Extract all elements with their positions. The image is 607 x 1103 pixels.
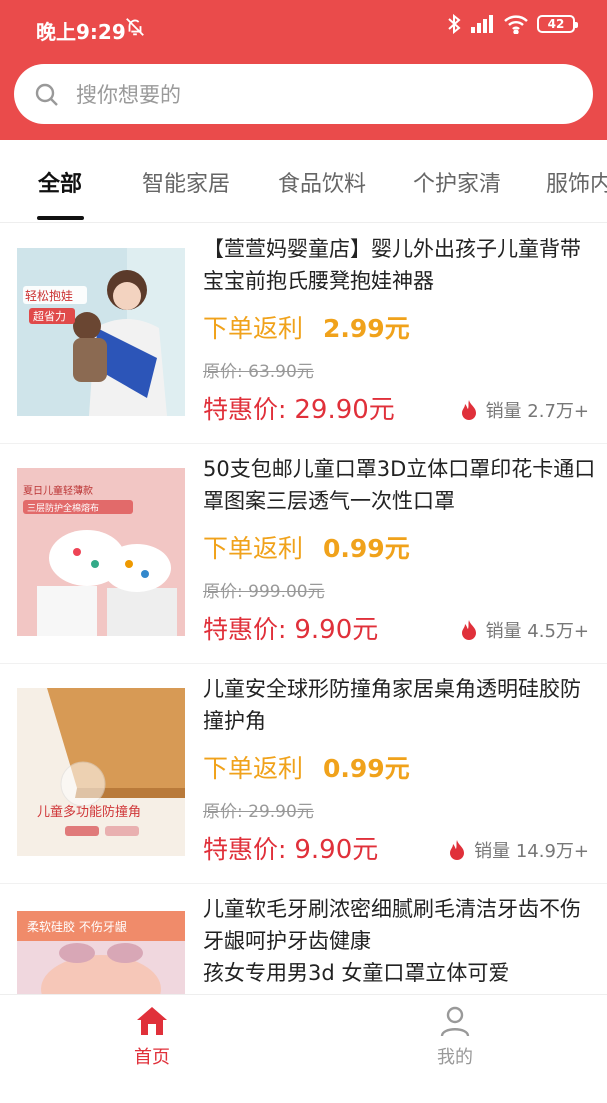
wifi-icon [504,15,528,34]
deal-price-value: 9.90元 [294,615,379,645]
rebate-amount: 2.99元 [323,314,410,343]
deal-label: 特惠价: [203,615,295,644]
deal-label: 特惠价: [203,835,295,864]
sales-text: 销量 4.5万+ [485,621,589,642]
sales-count: 销量 4.5万+ [460,617,589,643]
category-tabs: 全部 智能家居 食品饮料 个护家清 服饰内衣 [0,140,607,223]
bell-off-icon [126,18,144,36]
tab-active-indicator [37,216,84,220]
product-title-line: 孩女专用男3d 女童口罩立体可爱 [203,961,510,985]
deal-price-value: 9.90元 [294,835,379,865]
product-image: 夏日儿童轻薄款 三层防护全棉熔布 [17,468,185,636]
product-title[interactable]: 儿童软毛牙刷浓密细腻刷毛清洁牙齿不伤牙龈呵护牙齿健康 孩女专用男3d 女童口罩立… [203,893,598,989]
deal-label: 特惠价: [203,395,295,424]
tab-food-drink[interactable]: 食品饮料 [278,166,366,198]
battery-level: 42 [547,17,565,31]
search-input[interactable] [74,74,558,116]
fire-icon [450,840,465,860]
status-bar: 晚上9:29 42 [0,0,607,58]
fire-icon [461,620,476,640]
image-badge: 超省力 [33,309,66,323]
product-item[interactable]: 夏日儿童轻薄款 三层防护全棉熔布 50支包邮儿童口罩3D立体口罩印花卡通口罩图案… [0,443,607,664]
bottom-nav: 首页 我的 [0,994,607,1081]
tab-all[interactable]: 全部 [38,166,82,198]
fire-icon [461,400,476,420]
user-icon [440,1006,470,1037]
image-caption: 柔软硅胶 不伤牙龈 [27,919,127,934]
image-badge: 三层防护全棉熔布 [27,502,99,514]
product-title[interactable]: 50支包邮儿童口罩3D立体口罩印花卡通口罩图案三层透气一次性口罩 [203,453,598,517]
tab-smart-home[interactable]: 智能家居 [142,166,230,198]
nav-mine-label: 我的 [437,1047,473,1068]
bluetooth-icon [448,14,461,34]
rebate: 下单返利 2.99元 [203,309,410,345]
search-bar[interactable] [14,64,593,124]
sales-count: 销量 2.7万+ [460,397,589,423]
product-image: 儿童多功能防撞角 [17,688,185,856]
nav-home[interactable]: 首页 [92,1005,212,1069]
tab-apparel[interactable]: 服饰内衣 [546,166,607,198]
product-item[interactable]: 儿童多功能防撞角 儿童安全球形防撞角家居桌角透明硅胶防撞护角 下单返利 0.99元… [0,663,607,884]
image-caption: 儿童多功能防撞角 [37,804,141,820]
rebate-label: 下单返利 [203,314,304,343]
header: 晚上9:29 42 [0,0,607,140]
deal-price: 特惠价: 9.90元 [203,829,378,866]
product-item[interactable]: 轻松抱娃 超省力 【萱萱妈婴童店】婴儿外出孩子儿童背带宝宝前抱氏腰凳抱娃神器 下… [0,223,607,444]
rebate-amount: 0.99元 [323,754,410,783]
rebate-label: 下单返利 [203,754,304,783]
rebate-label: 下单返利 [203,534,304,563]
status-time: 晚上9:29 [36,20,126,44]
rebate: 下单返利 0.99元 [203,529,410,565]
original-price: 原价: 63.90元 [203,362,314,382]
deal-price: 特惠价: 29.90元 [203,389,395,426]
nav-home-label: 首页 [134,1047,170,1068]
rebate-amount: 0.99元 [323,534,410,563]
search-icon [35,83,58,106]
product-image: 柔软硅胶 不伤牙龈 [17,911,185,994]
product-title[interactable]: 儿童安全球形防撞角家居桌角透明硅胶防撞护角 [203,673,598,737]
sales-count: 销量 14.9万+ [448,837,589,863]
product-image: 轻松抱娃 超省力 [17,248,185,416]
product-title[interactable]: 【萱萱妈婴童店】婴儿外出孩子儿童背带宝宝前抱氏腰凳抱娃神器 [203,233,598,297]
original-price: 原价: 29.90元 [203,802,314,822]
deal-price-value: 29.90元 [294,395,395,425]
sales-text: 销量 2.7万+ [485,401,589,422]
rebate: 下单返利 0.99元 [203,749,410,785]
home-icon [137,1007,167,1035]
product-title-line: 儿童软毛牙刷浓密细腻刷毛清洁牙齿不伤牙龈呵护牙齿健康 [203,897,581,953]
signal-icon [471,15,493,33]
sales-text: 销量 14.9万+ [474,841,589,862]
original-price: 原价: 999.00元 [203,582,325,602]
nav-mine[interactable]: 我的 [395,1005,515,1069]
battery-icon: 42 [537,15,578,33]
tab-personal-care[interactable]: 个护家清 [413,166,501,198]
image-caption: 夏日儿童轻薄款 [23,484,93,497]
image-caption: 轻松抱娃 [25,288,73,303]
status-icons: 42 [447,14,578,34]
deal-price: 特惠价: 9.90元 [203,609,378,646]
